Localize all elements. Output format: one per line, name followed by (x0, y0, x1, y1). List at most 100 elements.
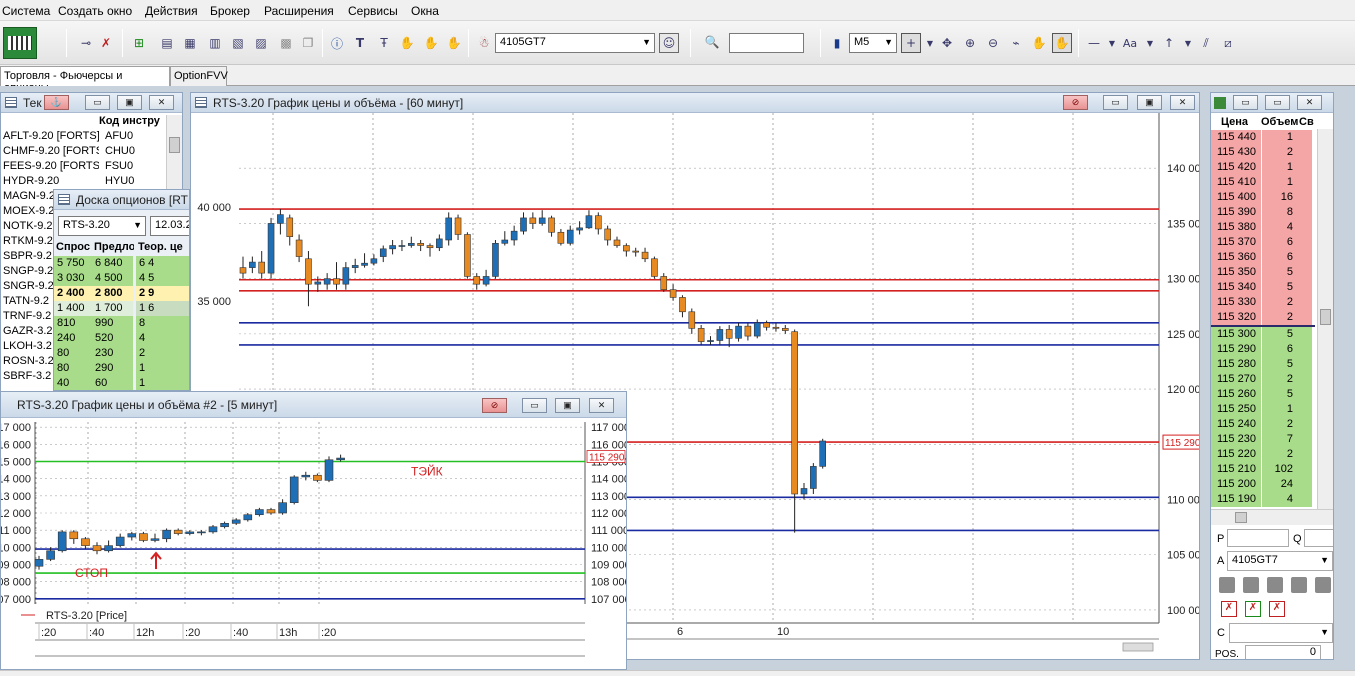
take-order-icon[interactable] (1291, 577, 1307, 593)
options-cell[interactable]: 1 400 (54, 301, 96, 316)
maximize-button[interactable]: ▣ (555, 398, 580, 413)
tab-trading[interactable]: Торговля - Фьючерсы и опционы (0, 66, 170, 94)
instrument-name[interactable]: CHMF-9.20 [FORTS] (3, 144, 99, 159)
cancel-sell-icon[interactable]: ✗ (1245, 601, 1261, 617)
menu-actions[interactable]: Действия (145, 4, 198, 18)
bids-row[interactable]: 115 240 2 (1211, 417, 1312, 432)
instrument-name[interactable]: HYDR-9.20 (3, 174, 99, 189)
order-book-header[interactable]: ▭ ▭ ✕ (1211, 93, 1333, 113)
minimize-button[interactable]: ▭ (522, 398, 547, 413)
menu-broker[interactable]: Брокер (210, 4, 250, 18)
second-chart-header[interactable]: RTS-3.20 График цены и объёма #2 - [5 ми… (1, 392, 626, 418)
options-cell[interactable]: 1 (136, 376, 189, 390)
bids-row[interactable]: 115 220 2 (1211, 447, 1312, 462)
cancel-all-icon[interactable] (1315, 577, 1331, 593)
order-book-scrollbar[interactable] (1317, 129, 1333, 509)
quantity-input[interactable] (1304, 529, 1333, 547)
options-header[interactable]: Предло (94, 240, 134, 255)
instrument-code[interactable]: CHU0 (105, 144, 165, 159)
asks-row[interactable]: 115 390 8 (1211, 205, 1312, 220)
font-dropdown-icon[interactable]: ▼ (1142, 35, 1158, 51)
zoom-out-icon[interactable]: ⊖ (985, 35, 1001, 51)
options-cell[interactable]: 230 (92, 346, 134, 361)
options-cell[interactable]: 80 (54, 361, 96, 376)
c-select[interactable]: ▼ (1229, 623, 1333, 643)
sell-market-icon[interactable] (1243, 577, 1259, 593)
asks-row[interactable]: 115 340 5 (1211, 280, 1312, 295)
search-icon[interactable]: 🔍 (704, 34, 720, 50)
column-header-code[interactable]: Код инстру (99, 115, 167, 129)
move-icon[interactable]: ✥ (939, 35, 955, 51)
zoom-table-icon[interactable]: ▨ (253, 35, 269, 51)
asks-row[interactable]: 115 370 6 (1211, 235, 1312, 250)
options-board-header[interactable]: Доска опционов [RT (54, 190, 189, 210)
options-cell[interactable]: 60 (92, 376, 134, 390)
instrument-name[interactable]: AFLT-9.20 [FORTS] (3, 129, 99, 144)
order-book-header-cell[interactable]: Св (1299, 115, 1314, 130)
menu-create-window[interactable]: Создать окно (58, 4, 132, 18)
options-header[interactable]: Спрос (56, 240, 96, 255)
arrow-dropdown-icon[interactable]: ▼ (1180, 35, 1196, 51)
menu-extensions[interactable]: Расширения (264, 4, 334, 18)
buy-market-icon[interactable] (1219, 577, 1235, 593)
table-icon[interactable]: ▤ (159, 35, 175, 51)
bids-row[interactable]: 115 260 5 (1211, 387, 1312, 402)
second-price-chart[interactable]: 117 00017 000116 00016 000115 00015 0001… (1, 418, 626, 669)
bids-row[interactable]: 115 230 7 (1211, 432, 1312, 447)
text-tool-icon[interactable]: T (352, 35, 368, 51)
close-button[interactable]: ✕ (1297, 95, 1322, 110)
bar-chart-icon[interactable]: ▮ (829, 35, 845, 51)
delete-table-icon[interactable]: ▩ (278, 35, 294, 51)
options-cell[interactable]: 6 840 (92, 256, 134, 271)
order-account-select[interactable]: 4105GT7 ▼ (1227, 551, 1333, 571)
options-cell[interactable]: 2 (136, 346, 189, 361)
options-cell[interactable]: 5 750 (54, 256, 96, 271)
crosshair-dropdown-icon[interactable]: ▼ (922, 35, 938, 51)
bids-row[interactable]: 115 200 24 (1211, 477, 1312, 492)
anchor-button[interactable]: ⚓ (44, 95, 69, 110)
minimize-button[interactable]: ▭ (1103, 95, 1128, 110)
maximize-button[interactable]: ▣ (1137, 95, 1162, 110)
instruments-window-header[interactable]: Тек ⚓ ▭ ▣ ✕ (1, 93, 182, 113)
interval-select[interactable]: M5 ▼ (849, 33, 897, 53)
line-style-icon[interactable]: — (1086, 35, 1102, 51)
options-cell[interactable]: 4 500 (92, 271, 134, 286)
table2-icon[interactable]: ▦ (182, 35, 198, 51)
price-input[interactable] (1227, 529, 1289, 547)
options-header[interactable]: Теор. це (138, 240, 189, 255)
asks-row[interactable]: 115 360 6 (1211, 250, 1312, 265)
tab-optionfvv[interactable]: OptionFVV (170, 66, 228, 86)
options-cell[interactable]: 8 (136, 316, 189, 331)
asks-row[interactable]: 115 410 1 (1211, 175, 1312, 190)
order-book-header-cell[interactable]: Объем (1261, 115, 1298, 130)
line-style-dropdown-icon[interactable]: ▼ (1104, 35, 1120, 51)
hand-icon[interactable]: ✋ (399, 35, 415, 51)
options-cell[interactable]: 2 9 (136, 286, 189, 301)
order-book-hscrollbar[interactable] (1211, 509, 1333, 525)
stop-order-icon[interactable] (1267, 577, 1283, 593)
options-cell[interactable]: 1 6 (136, 301, 189, 316)
bids-row[interactable]: 115 280 5 (1211, 357, 1312, 372)
options-cell[interactable]: 80 (54, 346, 96, 361)
options-cell[interactable]: 290 (92, 361, 134, 376)
menu-services[interactable]: Сервисы (348, 4, 398, 18)
instrument-code[interactable]: FSU0 (105, 159, 165, 174)
maximize-button[interactable]: ▣ (117, 95, 142, 110)
bids-row[interactable]: 115 290 6 (1211, 342, 1312, 357)
bids-row[interactable]: 115 300 5 (1211, 327, 1312, 342)
options-cell[interactable]: 1 (136, 361, 189, 376)
cancel-buy-icon[interactable]: ✗ (1221, 601, 1237, 617)
options-cell[interactable]: 40 (54, 376, 96, 390)
menu-system[interactable]: Система (2, 4, 50, 18)
options-cell[interactable]: 3 030 (54, 271, 96, 286)
options-cell[interactable]: 4 (136, 331, 189, 346)
order-book-header-cell[interactable]: Цена (1221, 115, 1248, 130)
asks-row[interactable]: 115 420 1 (1211, 160, 1312, 175)
minimize-button[interactable]: ▭ (85, 95, 110, 110)
account-icon[interactable]: ☃ (476, 35, 492, 51)
pin-button[interactable]: ⊘ (482, 398, 507, 413)
disconnect-x-icon[interactable]: ✗ (98, 35, 114, 51)
close-button[interactable]: ✕ (1170, 95, 1195, 110)
instrument-code[interactable]: AFU0 (105, 129, 165, 144)
asks-row[interactable]: 115 380 4 (1211, 220, 1312, 235)
